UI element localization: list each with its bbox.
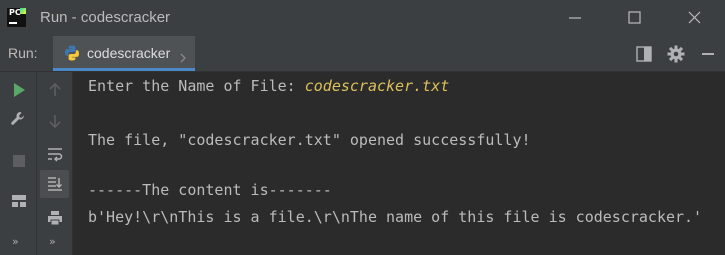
run-icon[interactable] <box>10 81 28 99</box>
user-input-text: codescracker.txt <box>304 77 450 95</box>
console-output[interactable]: Enter the Name of File: codescracker.txt… <box>73 72 725 255</box>
window-title: Run - codescracker <box>40 9 171 26</box>
run-toolbar: Run: codescracker <box>0 36 725 72</box>
pycharm-logo-icon: PC <box>7 8 26 27</box>
scroll-to-end-icon <box>46 175 64 193</box>
soft-wrap-icon[interactable] <box>46 145 64 163</box>
layout-icon[interactable] <box>635 45 653 63</box>
tab-chevron-icon[interactable] <box>178 48 188 63</box>
horizontal-scrollbar[interactable] <box>73 247 725 255</box>
layout-icon[interactable] <box>10 192 28 210</box>
minimize-window-button[interactable] <box>563 6 587 30</box>
tab-codescracker[interactable]: codescracker <box>53 36 195 71</box>
prompt-text: Enter the Name of File: <box>88 77 305 95</box>
console-line-header: ------The content is------- <box>88 181 332 199</box>
gear-icon[interactable] <box>667 45 685 63</box>
minimize-panel-icon[interactable] <box>699 45 717 63</box>
window-title-bar: PC Run - codescracker <box>0 0 725 36</box>
close-window-button[interactable] <box>682 6 706 30</box>
scroll-to-end-button[interactable] <box>40 170 69 198</box>
python-icon <box>63 44 81 62</box>
expand-icon[interactable]: » <box>49 235 56 248</box>
console-line-prompt: Enter the Name of File: codescracker.txt <box>88 77 449 95</box>
expand-icon[interactable]: » <box>12 235 19 248</box>
maximize-window-button[interactable] <box>622 6 646 30</box>
print-icon[interactable] <box>46 209 64 227</box>
tab-label: codescracker <box>87 45 171 61</box>
active-tab-indicator <box>53 68 195 71</box>
wrench-icon[interactable] <box>9 110 27 128</box>
run-actions-sidebar: » <box>0 72 37 255</box>
console-line-success: The file, "codescracker.txt" opened succ… <box>88 131 531 149</box>
down-arrow-icon[interactable] <box>46 112 64 130</box>
console-line-content: b'Hey!\r\nThis is a file.\r\nThe name of… <box>88 208 703 226</box>
console-actions-sidebar: » <box>37 72 73 255</box>
run-label: Run: <box>8 45 38 61</box>
stop-icon[interactable] <box>10 152 28 170</box>
up-arrow-icon[interactable] <box>46 81 64 99</box>
